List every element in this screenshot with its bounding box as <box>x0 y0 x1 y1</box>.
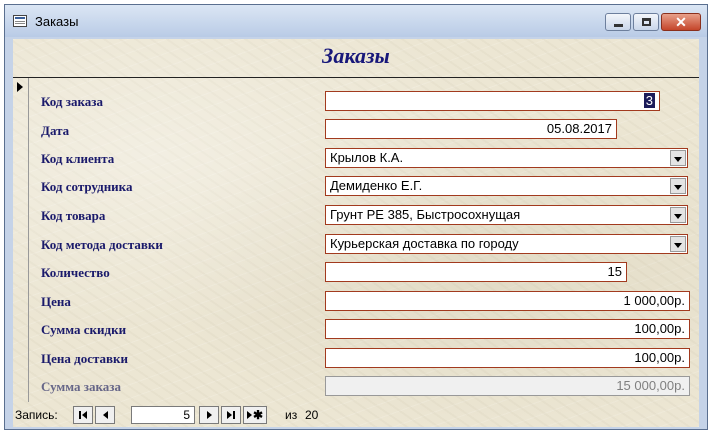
maximize-button[interactable] <box>633 13 659 31</box>
new-record-button[interactable]: ✱ <box>243 406 267 424</box>
window-title: Заказы <box>35 14 79 29</box>
client-label: Код клиента <box>41 151 115 166</box>
product-combo[interactable]: Грунт PE 385, Быстросохнущая <box>325 205 688 225</box>
date-field[interactable]: 05.08.2017 <box>325 119 617 139</box>
employee-label: Код сотрудника <box>41 179 133 194</box>
delivery-method-combo[interactable]: Курьерская доставка по городу <box>325 234 688 254</box>
prev-record-button[interactable] <box>95 406 115 424</box>
of-label: из <box>285 408 298 422</box>
form-header: Заказы <box>13 39 699 78</box>
order-total-label: Сумма заказа <box>41 379 122 394</box>
price-label: Цена <box>41 294 71 309</box>
next-record-button[interactable] <box>199 406 219 424</box>
record-total: 20 <box>305 408 319 422</box>
first-record-button[interactable] <box>73 406 93 424</box>
record-navigation: Запись: 5 ✱ из 20 <box>13 405 699 425</box>
new-record-icon: ✱ <box>244 407 266 423</box>
current-record-icon <box>17 82 23 92</box>
order-total-field: 15 000,00р. <box>325 376 690 396</box>
client-combo[interactable]: Крылов К.А. <box>325 148 688 168</box>
first-record-icon <box>74 407 92 423</box>
delivery-price-label: Цена доставки <box>41 351 129 366</box>
delivery-method-label: Код метода доставки <box>41 237 163 252</box>
form-window: Заказы ✕ Заказы Код заказа 3 Дата 05.08.… <box>4 4 708 430</box>
title-bar[interactable]: Заказы ✕ <box>5 5 707 37</box>
chevron-down-icon[interactable] <box>670 150 686 166</box>
last-record-button[interactable] <box>221 406 241 424</box>
last-record-icon <box>222 407 240 423</box>
delivery-method-value: Курьерская доставка по городу <box>330 236 519 251</box>
form-icon <box>13 15 27 27</box>
price-field[interactable]: 1 000,00р. <box>325 291 690 311</box>
employee-value: Демиденко Е.Г. <box>330 178 423 193</box>
quantity-field[interactable]: 15 <box>325 262 627 282</box>
product-value: Грунт PE 385, Быстросохнущая <box>330 207 521 222</box>
client-value: Крылов К.А. <box>330 150 404 165</box>
employee-combo[interactable]: Демиденко Е.Г. <box>325 176 688 196</box>
record-label: Запись: <box>15 408 58 422</box>
product-label: Код товара <box>41 208 106 223</box>
date-label: Дата <box>41 123 70 138</box>
chevron-down-icon[interactable] <box>670 207 686 223</box>
chevron-down-icon[interactable] <box>670 178 686 194</box>
record-number-input[interactable]: 5 <box>131 406 195 424</box>
order-id-value: 3 <box>643 93 655 108</box>
close-button[interactable]: ✕ <box>661 13 701 31</box>
form-body: Заказы Код заказа 3 Дата 05.08.2017 Код … <box>13 39 699 427</box>
maximize-icon <box>642 18 651 26</box>
minimize-icon <box>614 24 623 27</box>
prev-record-icon <box>96 407 114 423</box>
order-id-field[interactable]: 3 <box>325 91 660 111</box>
chevron-down-icon[interactable] <box>670 236 686 252</box>
quantity-label: Количество <box>41 265 110 280</box>
minimize-button[interactable] <box>605 13 631 31</box>
delivery-price-field[interactable]: 100,00р. <box>325 348 690 368</box>
next-record-icon <box>200 407 218 423</box>
form-title: Заказы <box>322 43 390 68</box>
close-icon: ✕ <box>675 14 687 30</box>
discount-field[interactable]: 100,00р. <box>325 319 690 339</box>
order-id-label: Код заказа <box>41 94 103 109</box>
discount-label: Сумма скидки <box>41 322 127 337</box>
record-selector[interactable] <box>13 78 29 402</box>
